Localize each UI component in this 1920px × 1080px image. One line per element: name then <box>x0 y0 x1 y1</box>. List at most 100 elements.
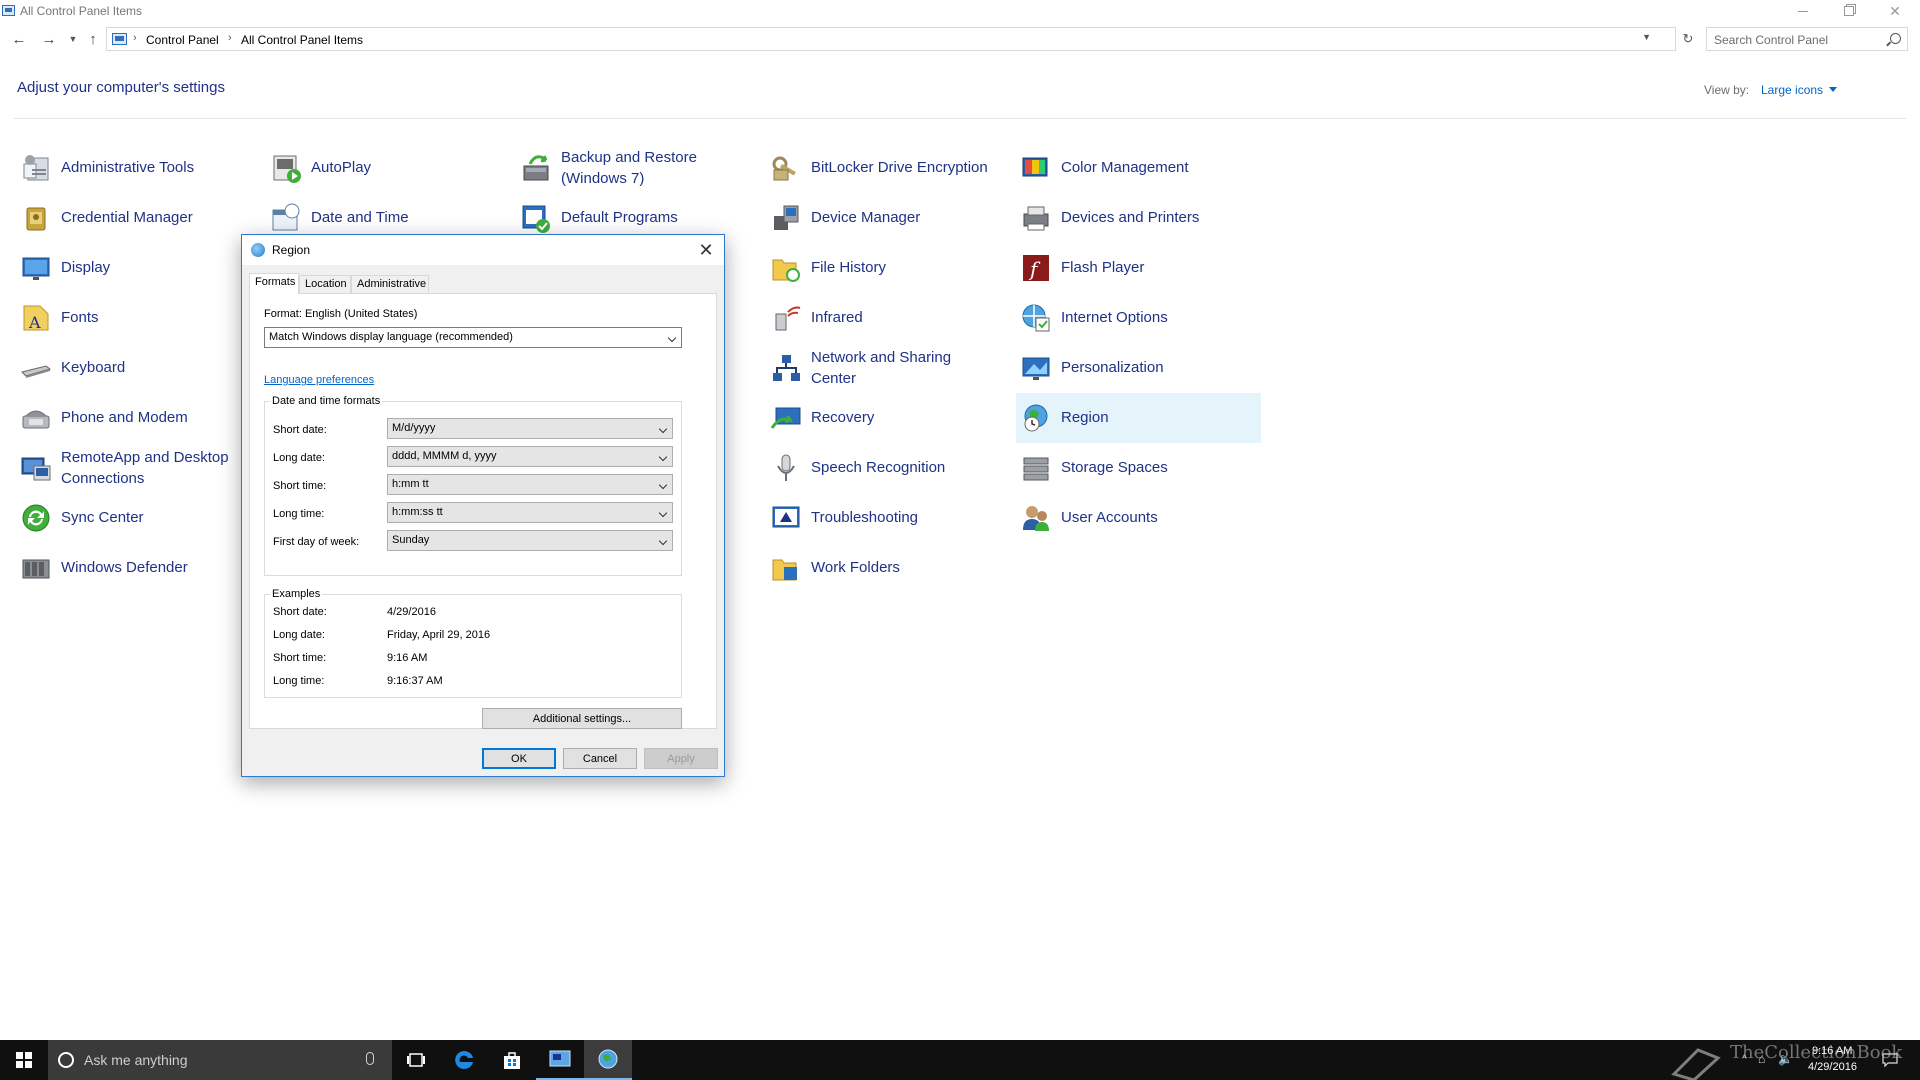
item-windows-defender[interactable]: Windows Defender <box>16 543 261 593</box>
item-label: Backup and Restore <box>561 149 697 166</box>
item-device-manager[interactable]: Device Manager <box>766 193 1011 243</box>
item-network-and-sharing[interactable]: Network and Sharing Center <box>766 343 1011 393</box>
additional-settings-button[interactable]: Additional settings... <box>482 708 682 729</box>
address-bar[interactable]: › Control Panel › All Control Panel Item… <box>106 27 1676 51</box>
item-speech-recognition[interactable]: Speech Recognition <box>766 443 1011 493</box>
cancel-button[interactable]: Cancel <box>563 748 637 769</box>
storage-spaces-icon <box>1023 457 1049 481</box>
breadcrumb-separator[interactable]: › <box>228 32 232 44</box>
item-backup-and-restore[interactable]: Backup and Restore (Windows 7) <box>516 143 761 193</box>
item-bitlocker[interactable]: BitLocker Drive Encryption <box>766 143 1011 193</box>
cortana-icon <box>58 1052 74 1068</box>
chevron-down-icon[interactable] <box>1829 87 1837 92</box>
window-titlebar: All Control Panel Items ✕ <box>0 0 1920 22</box>
item-remoteapp-and-desktop-connections[interactable]: RemoteApp and Desktop Connections <box>16 443 261 493</box>
address-dropdown-icon[interactable]: ▼ <box>1642 32 1651 42</box>
file-history-icon <box>772 259 800 282</box>
item-sync-center[interactable]: Sync Center <box>16 493 261 543</box>
item-credential-manager[interactable]: Credential Manager <box>16 193 261 243</box>
item-recovery[interactable]: Recovery <box>766 393 1011 443</box>
window-title: All Control Panel Items <box>20 4 143 18</box>
long-time-select[interactable]: h:mm:ss tt <box>387 502 673 523</box>
item-file-history[interactable]: File History <box>766 243 1011 293</box>
item-storage-spaces[interactable]: Storage Spaces <box>1016 443 1261 493</box>
forward-arrow-icon[interactable]: → <box>38 28 60 50</box>
store-button[interactable] <box>488 1040 536 1080</box>
item-label: Phone and Modem <box>61 409 188 426</box>
item-label: Storage Spaces <box>1061 459 1168 476</box>
short-date-select[interactable]: M/d/yyyy <box>387 418 673 439</box>
minimize-button[interactable] <box>1780 0 1826 22</box>
administrative-tools-icon <box>23 155 49 181</box>
dialog-close-button[interactable]: ✕ <box>694 239 718 261</box>
view-by-dropdown[interactable]: Large icons <box>1761 83 1823 97</box>
item-label: Center <box>811 370 857 387</box>
example-long-time-value: 9:16:37 AM <box>387 675 443 687</box>
first-day-of-week-select[interactable]: Sunday <box>387 530 673 551</box>
control-panel-icon <box>549 1050 571 1067</box>
task-view-button[interactable] <box>392 1040 440 1080</box>
item-troubleshooting[interactable]: Troubleshooting <box>766 493 1011 543</box>
tab-location[interactable]: Location <box>299 275 351 293</box>
region-dialog: Region ✕ Formats Location Administrative… <box>241 234 725 777</box>
close-button[interactable]: ✕ <box>1872 0 1918 22</box>
format-select[interactable]: Match Windows display language (recommen… <box>264 327 682 348</box>
item-label: Fonts <box>61 309 99 326</box>
tab-administrative[interactable]: Administrative <box>351 275 429 293</box>
tab-formats[interactable]: Formats <box>249 273 299 294</box>
back-arrow-icon[interactable]: ← <box>8 28 30 50</box>
up-arrow-icon[interactable]: ↑ <box>82 28 104 50</box>
item-administrative-tools[interactable]: Administrative Tools <box>16 143 261 193</box>
search-input[interactable]: Search Control Panel <box>1706 27 1908 51</box>
language-preferences-link[interactable]: Language preferences <box>264 374 374 386</box>
item-label: Internet Options <box>1061 309 1168 326</box>
item-internet-options[interactable]: Internet Options <box>1016 293 1261 343</box>
item-label: Sync Center <box>61 509 144 526</box>
item-label: Color Management <box>1061 159 1189 176</box>
refresh-icon[interactable]: ↻ <box>1678 29 1698 49</box>
item-personalization[interactable]: Personalization <box>1016 343 1261 393</box>
long-time-label: Long time: <box>273 508 325 520</box>
dialog-titlebar: Region ✕ <box>242 235 724 265</box>
user-accounts-icon <box>1023 506 1049 531</box>
item-autoplay[interactable]: AutoPlay <box>266 143 511 193</box>
search-icon[interactable] <box>1890 33 1901 44</box>
apply-button[interactable]: Apply <box>644 748 718 769</box>
recent-locations-chevron-icon[interactable]: ▼ <box>62 28 84 50</box>
item-color-management[interactable]: Color Management <box>1016 143 1261 193</box>
item-label: BitLocker Drive Encryption <box>811 159 988 176</box>
remoteapp-icon <box>21 457 51 481</box>
microphone-icon[interactable] <box>366 1052 374 1065</box>
divider <box>14 118 1906 119</box>
breadcrumb-all-items[interactable]: All Control Panel Items <box>241 33 363 47</box>
cortana-placeholder: Ask me anything <box>84 1052 188 1068</box>
item-keyboard[interactable]: Keyboard <box>16 343 261 393</box>
item-phone-and-modem[interactable]: Phone and Modem <box>16 393 261 443</box>
start-button[interactable] <box>0 1040 48 1080</box>
region-taskbar-button[interactable] <box>584 1040 632 1080</box>
breadcrumb-separator[interactable]: › <box>133 32 137 44</box>
example-short-date-value: 4/29/2016 <box>387 606 436 618</box>
region-globe-icon <box>1024 404 1048 432</box>
item-fonts[interactable]: A Fonts <box>16 293 261 343</box>
long-date-select[interactable]: dddd, MMMM d, yyyy <box>387 446 673 467</box>
edge-browser-button[interactable] <box>440 1040 488 1080</box>
item-display[interactable]: Display <box>16 243 261 293</box>
item-infrared[interactable]: Infrared <box>766 293 1011 343</box>
devices-printers-icon <box>1023 206 1049 231</box>
item-user-accounts[interactable]: User Accounts <box>1016 493 1261 543</box>
book-watermark-icon <box>1671 1048 1721 1080</box>
control-panel-taskbar-button[interactable] <box>536 1040 584 1080</box>
cortana-search-box[interactable]: Ask me anything <box>48 1040 392 1080</box>
item-flash-player[interactable]: f Flash Player <box>1016 243 1261 293</box>
item-label: Display <box>61 259 111 276</box>
restore-button[interactable] <box>1826 0 1872 22</box>
item-work-folders[interactable]: Work Folders <box>766 543 1011 593</box>
item-region[interactable]: Region <box>1016 393 1261 443</box>
short-time-label: Short time: <box>273 480 327 492</box>
breadcrumb-control-panel[interactable]: Control Panel <box>146 33 219 47</box>
item-label: Default Programs <box>561 209 678 226</box>
short-time-select[interactable]: h:mm tt <box>387 474 673 495</box>
item-devices-and-printers[interactable]: Devices and Printers <box>1016 193 1261 243</box>
ok-button[interactable]: OK <box>482 748 556 769</box>
